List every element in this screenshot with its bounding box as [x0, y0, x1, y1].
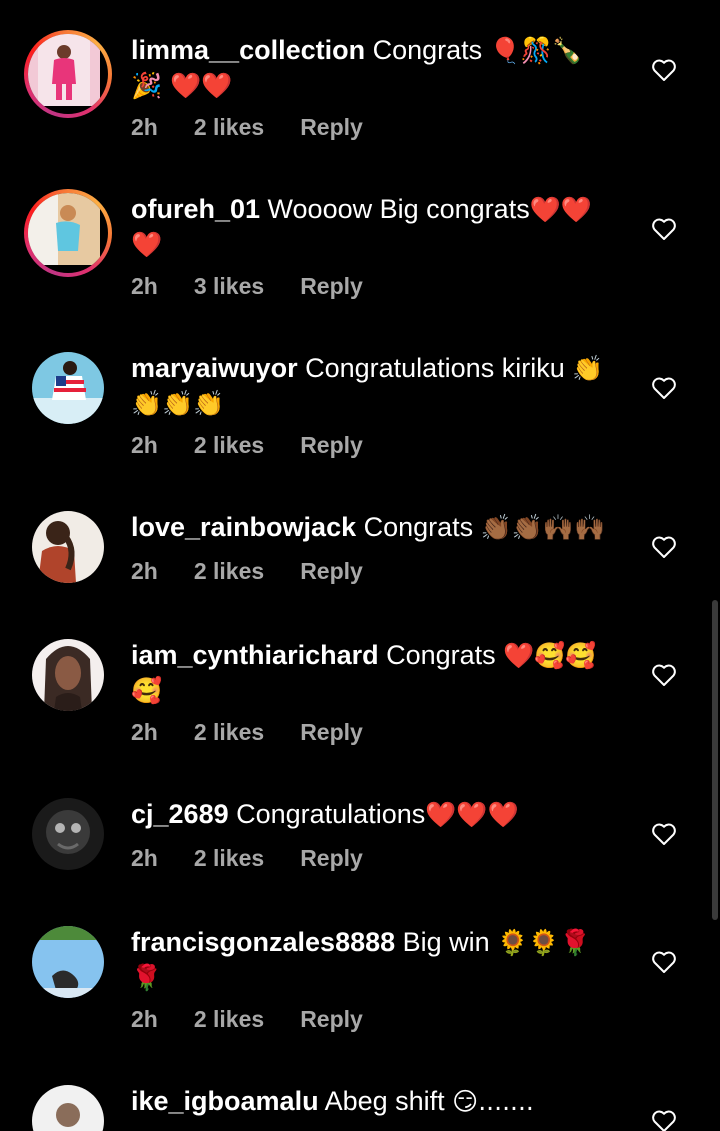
comment-text: cj_2689 Congratulations❤️❤️❤️ — [131, 797, 611, 832]
comment-time: 2h — [131, 114, 158, 140]
reply-button[interactable]: Reply — [300, 114, 363, 141]
avatar[interactable] — [32, 798, 104, 870]
comment-emoji: ❤️❤️❤️ — [425, 800, 519, 829]
comment-item: limma__collection Congrats 🎈🎊🍾 🎉 ❤️❤️ 2h… — [0, 0, 720, 160]
comment-meta: 2h 2 likes Reply — [131, 432, 399, 459]
comment-likes[interactable]: 3 likes — [194, 273, 264, 300]
reply-button[interactable]: Reply — [300, 558, 363, 585]
comment-time: 2h — [131, 845, 158, 871]
comment-emoji: 😏....... — [452, 1087, 534, 1116]
comment-item: maryaiwuyor Congratulations kiriku 👏 👏👏👏… — [0, 318, 720, 478]
comment-likes[interactable]: 2 likes — [194, 114, 264, 141]
comment-likes[interactable]: 2 likes — [194, 719, 264, 746]
comment-item: francisgonzales8888 Big win 🌻🌻🌹 🌹 2h 2 li… — [0, 892, 720, 1052]
comment-text: francisgonzales8888 Big win 🌻🌻🌹 🌹 — [131, 925, 611, 995]
reply-button[interactable]: Reply — [300, 719, 363, 746]
avatar[interactable] — [32, 352, 104, 424]
heart-outline-icon[interactable] — [651, 663, 677, 687]
avatar[interactable] — [32, 511, 104, 583]
comment-meta: 2h 2 likes Reply — [131, 114, 399, 141]
comment-text: ofureh_01 Woooow Big congrats❤️❤️ ❤️ — [131, 192, 611, 262]
heart-outline-icon[interactable] — [651, 1109, 677, 1131]
avatar[interactable] — [32, 1085, 104, 1131]
comment-body: Abeg shift — [318, 1086, 453, 1116]
avatar[interactable] — [24, 189, 112, 277]
comment-text: ike_igboamalu Abeg shift 😏....... — [131, 1084, 611, 1119]
heart-outline-icon[interactable] — [651, 58, 677, 82]
comment-text: limma__collection Congrats 🎈🎊🍾 🎉 ❤️❤️ — [131, 33, 611, 103]
comment-time: 2h — [131, 558, 158, 584]
comment-body: Congrats — [365, 35, 490, 65]
comment-likes[interactable]: 2 likes — [194, 558, 264, 585]
comment-body: Congratulations — [228, 799, 426, 829]
comment-time: 2h — [131, 1006, 158, 1032]
comment-item: ike_igboamalu Abeg shift 😏....... — [0, 1051, 720, 1131]
comment-likes[interactable]: 2 likes — [194, 432, 264, 459]
heart-outline-icon[interactable] — [651, 217, 677, 241]
comment-item: love_rainbowjack Congrats 👏🏾👏🏾🙌🏾🙌🏾 2h 2 l… — [0, 477, 720, 605]
comment-username[interactable]: ofureh_01 — [131, 194, 260, 224]
heart-outline-icon[interactable] — [651, 376, 677, 400]
avatar[interactable] — [24, 30, 112, 118]
comment-body: Congratulations kiriku — [297, 353, 573, 383]
comment-time: 2h — [131, 719, 158, 745]
comment-time: 2h — [131, 432, 158, 458]
avatar[interactable] — [32, 926, 104, 998]
heart-outline-icon[interactable] — [651, 535, 677, 559]
comment-item: iam_cynthiarichard Congrats ❤️🥰🥰 🥰 2h 2 l… — [0, 605, 720, 765]
avatar[interactable] — [32, 639, 104, 711]
comment-username[interactable]: love_rainbowjack — [131, 512, 356, 542]
comment-item: ofureh_01 Woooow Big congrats❤️❤️ ❤️ 2h 3… — [0, 159, 720, 319]
reply-button[interactable]: Reply — [300, 1006, 363, 1033]
heart-outline-icon[interactable] — [651, 822, 677, 846]
comment-time: 2h — [131, 273, 158, 299]
comment-username[interactable]: francisgonzales8888 — [131, 927, 395, 957]
comment-emoji: 👏🏾👏🏾🙌🏾🙌🏾 — [480, 513, 606, 542]
comment-meta: 2h 2 likes Reply — [131, 845, 399, 872]
comment-text: maryaiwuyor Congratulations kiriku 👏 👏👏👏 — [131, 351, 611, 421]
comment-meta: 2h 3 likes Reply — [131, 273, 399, 300]
comment-meta: 2h 2 likes Reply — [131, 1006, 399, 1033]
comment-body: Woooow Big congrats — [260, 194, 530, 224]
comment-body: Congrats — [378, 640, 504, 670]
scrollbar[interactable] — [712, 600, 718, 920]
comment-meta: 2h 2 likes Reply — [131, 558, 399, 585]
comment-body: Big win — [395, 927, 498, 957]
reply-button[interactable]: Reply — [300, 432, 363, 459]
comment-likes[interactable]: 2 likes — [194, 1006, 264, 1033]
comment-username[interactable]: limma__collection — [131, 35, 365, 65]
comment-body: Congrats — [356, 512, 481, 542]
comment-username[interactable]: maryaiwuyor — [131, 353, 298, 383]
comment-text: love_rainbowjack Congrats 👏🏾👏🏾🙌🏾🙌🏾 — [131, 510, 611, 545]
reply-button[interactable]: Reply — [300, 845, 363, 872]
comment-text: iam_cynthiarichard Congrats ❤️🥰🥰 🥰 — [131, 638, 611, 708]
comment-meta: 2h 2 likes Reply — [131, 719, 399, 746]
reply-button[interactable]: Reply — [300, 273, 363, 300]
heart-outline-icon[interactable] — [651, 950, 677, 974]
comment-username[interactable]: ike_igboamalu — [131, 1086, 319, 1116]
comment-username[interactable]: cj_2689 — [131, 799, 229, 829]
comment-likes[interactable]: 2 likes — [194, 845, 264, 872]
comment-username[interactable]: iam_cynthiarichard — [131, 640, 379, 670]
comment-item: cj_2689 Congratulations❤️❤️❤️ 2h 2 likes R… — [0, 764, 720, 892]
